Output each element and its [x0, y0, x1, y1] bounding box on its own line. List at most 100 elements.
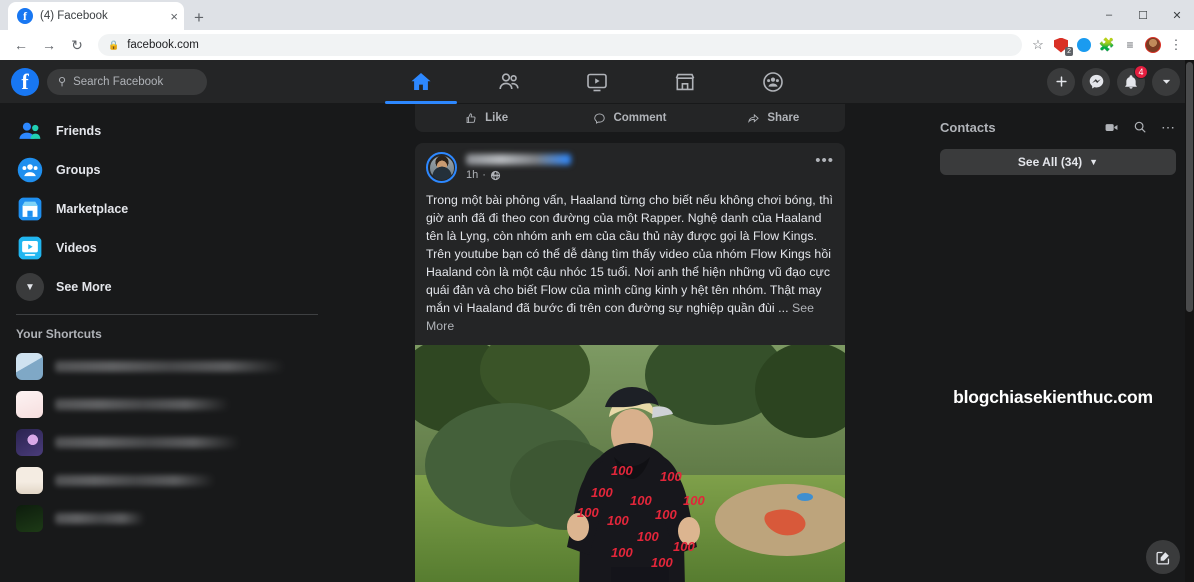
post-menu-icon[interactable]: •••	[815, 152, 834, 169]
close-icon[interactable]: ×	[170, 10, 178, 23]
sidebar-label: Friends	[56, 124, 102, 138]
search-placeholder: Search Facebook	[73, 75, 164, 88]
nav-friends[interactable]	[465, 60, 553, 104]
compose-icon	[1155, 551, 1169, 565]
forward-icon[interactable]: →	[36, 32, 62, 58]
browser-menu-icon[interactable]: ⋮	[1168, 37, 1184, 53]
shortcut-item[interactable]	[10, 423, 330, 461]
svg-text:100: 100	[607, 513, 629, 528]
new-tab-button[interactable]: +	[194, 9, 204, 26]
post-image[interactable]: 100 100 100 100 100 100 100 100 100 100 100 10…	[415, 344, 845, 582]
news-feed: Like Comment Share 1h · ••• Trong một bà…	[415, 104, 845, 582]
videos-icon	[18, 236, 42, 260]
header-left: f ⚲ Search Facebook	[0, 67, 330, 96]
shield-badge: 2	[1065, 47, 1073, 56]
search-input[interactable]: ⚲ Search Facebook	[47, 68, 207, 95]
contacts-actions: ⋯	[1104, 119, 1176, 136]
shortcut-item[interactable]	[10, 461, 330, 499]
maximize-icon[interactable]: ☐	[1126, 9, 1160, 22]
create-button[interactable]	[1047, 67, 1075, 96]
sidebar-item-friends[interactable]: Friends	[10, 112, 330, 150]
svg-text:100: 100	[611, 463, 633, 478]
tab-title: (4) Facebook	[40, 10, 108, 22]
sidebar-item-marketplace[interactable]: Marketplace	[10, 190, 330, 228]
notifications-button[interactable]: 4	[1117, 64, 1148, 96]
shortcut-item[interactable]	[10, 347, 330, 385]
shield-extension-icon[interactable]: 2	[1053, 37, 1073, 56]
left-sidebar: Friends Groups Marketplace Videos ▼ See …	[0, 104, 330, 582]
post-text: Trong một bài phỏng vấn, Haaland từng ch…	[415, 183, 845, 345]
profile-avatar-icon[interactable]	[1145, 37, 1161, 53]
post-header: 1h · •••	[415, 143, 845, 183]
facebook-header: f ⚲ Search Facebook 4	[0, 60, 1194, 104]
scrollbar-thumb[interactable]	[1186, 62, 1193, 312]
reload-icon[interactable]: ↻	[64, 32, 90, 58]
contacts-header: Contacts ⋯	[940, 113, 1176, 141]
sidebar-label: See More	[56, 280, 112, 294]
facebook-logo-icon[interactable]: f	[11, 67, 39, 96]
svg-text:100: 100	[673, 539, 695, 554]
more-horizontal-icon[interactable]: ⋯	[1161, 119, 1176, 136]
shortcut-label-redacted	[55, 398, 230, 410]
media-list-icon[interactable]: ≡	[1122, 37, 1138, 53]
nav-groups[interactable]	[729, 60, 817, 104]
shortcut-thumbnail	[16, 428, 43, 456]
chevron-down-icon: ▼	[16, 273, 44, 301]
see-all-label: See All (34)	[1017, 155, 1083, 169]
sidebar-item-see-more[interactable]: ▼ See More	[10, 268, 330, 306]
account-menu-button[interactable]	[1152, 67, 1180, 96]
page-scrollbar[interactable]	[1185, 60, 1194, 582]
bookmark-star-icon[interactable]: ☆	[1030, 37, 1046, 53]
facebook-body: Friends Groups Marketplace Videos ▼ See …	[0, 104, 1194, 582]
post-meta: 1h ·	[466, 169, 571, 181]
compose-button[interactable]	[1146, 540, 1180, 574]
svg-text:100: 100	[683, 493, 705, 508]
svg-text:100: 100	[630, 493, 652, 508]
blue-extension-icon[interactable]	[1076, 37, 1092, 53]
search-icon: ⚲	[58, 76, 67, 88]
puzzle-extension-icon[interactable]: 🧩	[1099, 37, 1115, 53]
window-titlebar: f (4) Facebook × + – ☐ ✕	[0, 0, 1194, 30]
shortcut-item[interactable]	[10, 385, 330, 423]
comment-button[interactable]: Comment	[558, 112, 701, 125]
address-bar-url: facebook.com	[127, 39, 199, 51]
address-bar[interactable]: 🔒 facebook.com	[98, 34, 1022, 56]
shortcut-item[interactable]	[10, 499, 330, 537]
sidebar-item-videos[interactable]: Videos	[10, 229, 330, 267]
shortcut-thumbnail	[16, 390, 43, 418]
back-icon[interactable]: ←	[8, 32, 34, 58]
contacts-title: Contacts	[940, 119, 996, 135]
nav-marketplace[interactable]	[641, 60, 729, 104]
post-card: 1h · ••• Trong một bài phỏng vấn, Haalan…	[415, 143, 845, 582]
right-sidebar: Contacts ⋯ See All (34) ▼ blogchiasekien…	[930, 104, 1194, 582]
see-all-button[interactable]: See All (34) ▼	[940, 149, 1176, 175]
svg-text:100: 100	[637, 529, 659, 544]
avatar[interactable]	[426, 152, 457, 183]
friends-icon	[19, 122, 41, 139]
nav-home[interactable]	[377, 60, 465, 104]
feed-gap	[415, 132, 845, 143]
sidebar-label: Marketplace	[56, 202, 129, 216]
comment-label: Comment	[613, 112, 667, 124]
post-author-name-redacted[interactable]	[466, 154, 571, 165]
search-icon[interactable]	[1133, 120, 1147, 134]
watermark: blogchiasekienthuc.com	[953, 387, 1153, 407]
browser-toolbar: ← → ↻ 🔒 facebook.com ☆ 2 🧩 ≡ ⋮	[0, 30, 1194, 60]
shortcut-thumbnail	[16, 466, 43, 494]
svg-text:100: 100	[660, 469, 682, 484]
post-body: Trong một bài phỏng vấn, Haaland từng ch…	[426, 193, 834, 316]
like-button[interactable]: Like	[415, 112, 558, 125]
nav-watch[interactable]	[553, 60, 641, 104]
video-camera-icon[interactable]	[1104, 120, 1119, 135]
window-close-icon[interactable]: ✕	[1160, 9, 1194, 22]
like-label: Like	[485, 112, 509, 124]
window-controls: – ☐ ✕	[1092, 0, 1194, 30]
messenger-icon[interactable]	[1082, 67, 1110, 96]
browser-tab[interactable]: f (4) Facebook ×	[8, 2, 184, 30]
notification-badge: 4	[1134, 64, 1148, 79]
active-tab-underline	[385, 101, 457, 104]
sidebar-item-groups[interactable]: Groups	[10, 151, 330, 189]
share-button[interactable]: Share	[702, 112, 845, 125]
minimize-icon[interactable]: –	[1092, 9, 1126, 21]
marketplace-icon	[18, 197, 42, 221]
